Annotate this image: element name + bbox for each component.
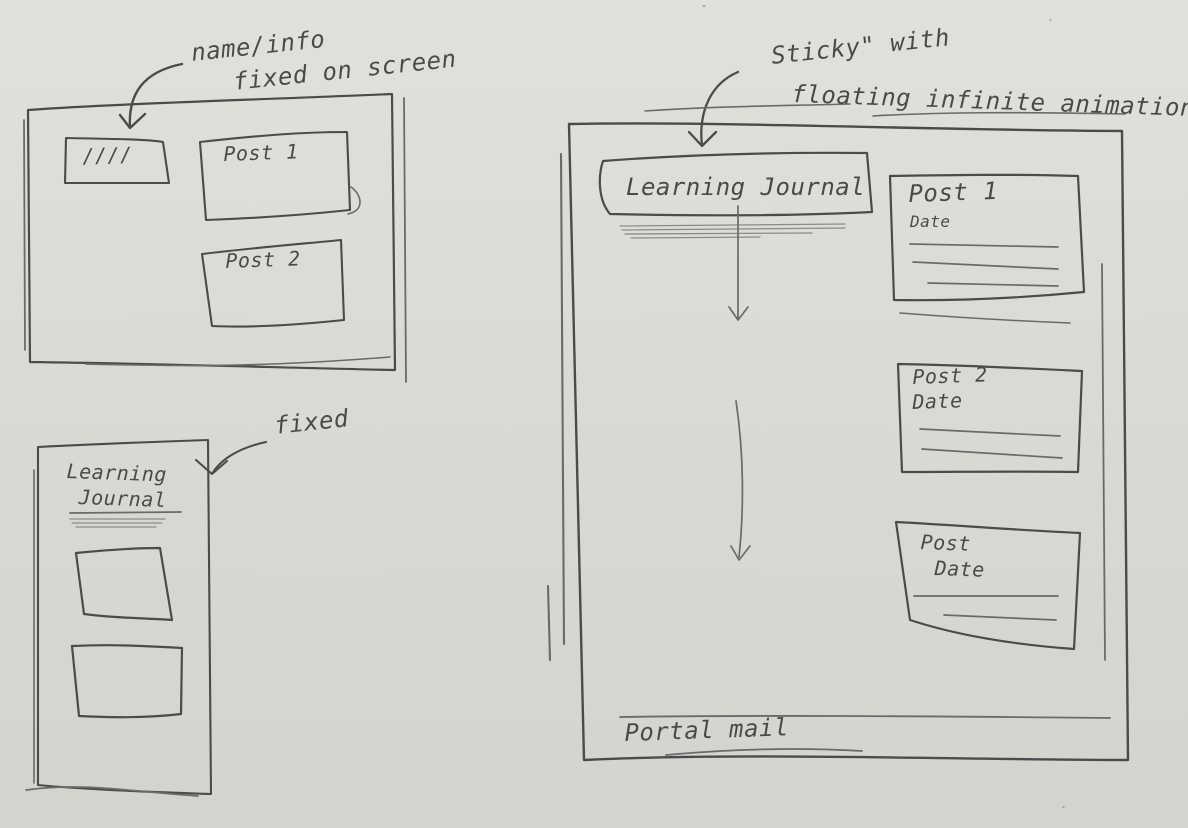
mobile-frame-base — [25, 786, 199, 797]
desktop-large-frame-double-right — [1101, 263, 1106, 661]
desktop-large-frame-double-left — [546, 152, 566, 662]
desktop-large-header-shadow-hatch — [619, 223, 846, 239]
desktop-large-header-label: Learning Journal — [626, 173, 866, 201]
desktop-large-post-3-lines — [913, 595, 1059, 621]
desktop-small-frame-bottom-extra — [85, 356, 391, 367]
desktop-large-frame — [567, 122, 1130, 762]
mobile-fixed-arrow — [194, 440, 268, 476]
mobile-title-line-2: Journal — [78, 485, 167, 513]
desktop-large-scroll-line-2 — [730, 400, 751, 561]
desktop-large-scroll-line-1 — [728, 205, 749, 321]
desktop-large-post-2-title: Post 2 — [911, 362, 988, 389]
desktop-large-post-2-lines — [919, 428, 1063, 459]
mobile-content-box-1 — [74, 546, 174, 622]
desktop-large-post-1-date: Date — [910, 212, 951, 231]
mobile-title-underline — [69, 511, 182, 514]
desktop-small-name-placeholder: //// — [81, 142, 133, 168]
desktop-large-post-1-lines — [909, 243, 1059, 287]
desktop-small-post-1-label: Post 1 — [222, 139, 299, 166]
sketch-sheet: name/info fixed on screen //// Post 1 Po… — [0, 0, 1188, 828]
desktop-large-post-2-date: Date — [911, 388, 963, 414]
desktop-small-arrow — [118, 62, 184, 130]
desktop-small-frame-double-right — [403, 97, 407, 383]
mobile-title-line-1: Learning — [66, 459, 168, 487]
desktop-large-post-1-shadow — [899, 312, 1071, 324]
desktop-small-frame — [26, 92, 397, 372]
desktop-large-footer-label: Portal mail — [623, 713, 790, 747]
wireframe-sketch — [23, 5, 1130, 808]
desktop-large-post-3-date: Date — [934, 556, 986, 582]
mobile-fixed-annotation: fixed — [272, 404, 351, 440]
desktop-large-footer-underline — [665, 748, 863, 756]
desktop-small-frame-double-left — [23, 119, 26, 351]
desktop-large-post-3-title: Post — [920, 530, 972, 556]
mobile-title-shadow-hatch — [69, 518, 166, 528]
mobile-content-box-2 — [70, 644, 184, 719]
desktop-large-post-1-title: Post 1 — [907, 176, 999, 208]
desktop-small-post-2-label: Post 2 — [224, 246, 301, 273]
